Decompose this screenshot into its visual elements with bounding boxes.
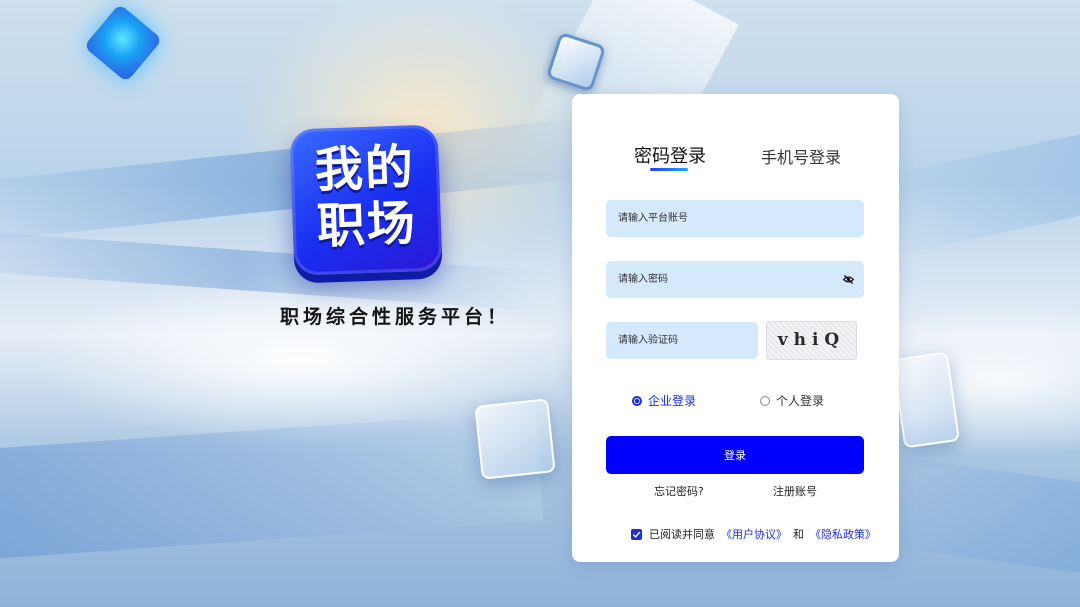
brand-slogan: 职场综合性服务平台！ [280, 306, 511, 328]
login-tabs: 密码登录 手机号登录 [572, 142, 899, 182]
tab-password-login[interactable]: 密码登录 [634, 142, 706, 168]
account-field [606, 200, 864, 237]
radio-label: 企业登录 [648, 394, 697, 408]
login-button[interactable]: 登录 [606, 436, 864, 474]
brand-logo: 我的 职场 [289, 124, 443, 276]
tab-phone-login[interactable]: 手机号登录 [761, 144, 841, 168]
agreement-row: 已阅读并同意 《用户协议》 和 《隐私政策》 [631, 526, 882, 542]
password-field [606, 261, 864, 298]
forgot-password-link[interactable]: 忘记密码? [654, 483, 704, 499]
radio-enterprise-login[interactable]: 企业登录 [632, 392, 696, 409]
radio-label: 个人登录 [776, 394, 825, 408]
background-light-streak [0, 229, 541, 311]
radio-selected-icon [632, 395, 642, 406]
agreement-prefix: 已阅读并同意 [649, 528, 715, 541]
decorative-glass-cube [545, 31, 607, 93]
user-agreement-link[interactable]: 《用户协议》 [721, 526, 787, 542]
register-link[interactable]: 注册账号 [773, 483, 817, 499]
radio-unselected-icon [760, 395, 770, 406]
captcha-text: vhiQ [777, 330, 846, 350]
captcha-input[interactable] [606, 322, 758, 359]
background-light-streak [0, 410, 544, 560]
login-type-group: 企业登录 个人登录 [572, 392, 899, 412]
decorative-glass-cube [892, 351, 960, 449]
decorative-glass-cube [474, 398, 556, 480]
background-light-streak [874, 123, 1080, 257]
checkmark-icon [632, 531, 641, 538]
login-card: 密码登录 手机号登录 vhiQ 企业登录 个人登录 登录 忘记密码? 注册账号 [572, 94, 899, 562]
active-tab-indicator [650, 168, 688, 171]
privacy-policy-link[interactable]: 《隐私政策》 [810, 526, 876, 542]
agreement-conjunction: 和 [793, 528, 804, 541]
eye-slash-icon[interactable] [843, 274, 854, 285]
radio-personal-login[interactable]: 个人登录 [760, 392, 824, 409]
captcha-image[interactable]: vhiQ [766, 321, 857, 360]
agreement-checkbox[interactable] [631, 528, 642, 540]
account-input[interactable] [606, 200, 864, 237]
decorative-blue-cube [83, 3, 163, 83]
captcha-field [606, 322, 758, 359]
password-input[interactable] [606, 261, 864, 298]
logo-text: 我的 职场 [313, 139, 418, 255]
